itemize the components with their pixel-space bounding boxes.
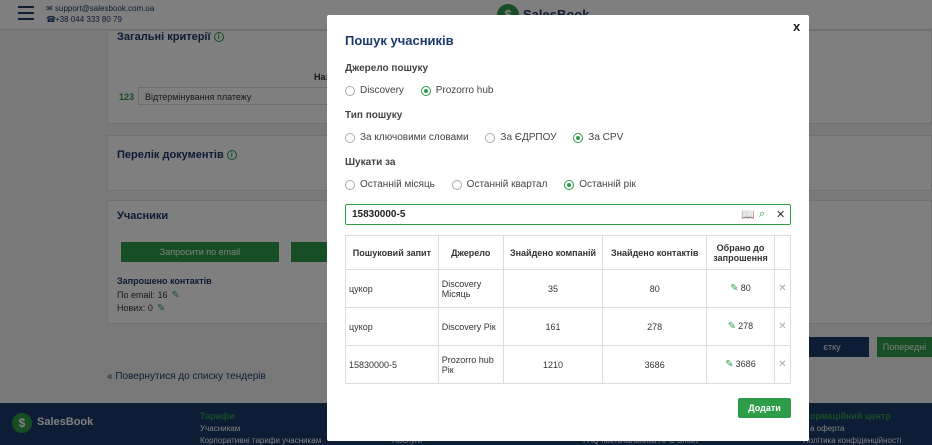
- cell-source: Discovery Місяць: [437, 269, 504, 308]
- type-option-keywords[interactable]: За ключовими словами: [345, 132, 469, 143]
- cell-contacts: 278: [602, 307, 708, 346]
- period-label: Шукати за: [345, 157, 396, 168]
- type-radio-group: За ключовими словами За ЄДРПОУ За CPV: [345, 132, 637, 146]
- table-row: 15830000-5 Prozorro hub Рік 1210 3686 ✎ 3…: [345, 345, 792, 384]
- clear-icon[interactable]: ✕: [776, 208, 785, 221]
- search-icon[interactable]: ⌕: [759, 208, 765, 221]
- cell-source: Discovery Рік: [437, 307, 504, 346]
- book-icon[interactable]: 📖: [741, 208, 755, 221]
- edit-icon[interactable]: ✎: [725, 359, 733, 370]
- cell-contacts: 80: [602, 269, 708, 308]
- header-query: Пошуковий запит: [345, 235, 439, 270]
- cell-companies: 35: [502, 269, 604, 308]
- header-companies: Знайдено компаній: [502, 235, 604, 270]
- add-button[interactable]: Додати: [738, 398, 791, 418]
- type-option-edrpou[interactable]: За ЄДРПОУ: [485, 132, 557, 143]
- results-table: Пошуковий запит Джерело Знайдено компані…: [345, 235, 792, 384]
- search-participants-modal: x Пошук учасників Джерело пошуку Discove…: [327, 15, 809, 441]
- source-radio-group: Discovery Prozorro hub: [345, 85, 508, 99]
- source-option-prozorro[interactable]: Prozorro hub: [420, 85, 494, 96]
- search-input[interactable]: 15830000-5 📖 ⌕ ✕: [345, 204, 791, 225]
- header-contacts: Знайдено контактів: [602, 235, 708, 270]
- source-label: Джерело пошуку: [345, 63, 429, 74]
- table-row: цукор Discovery Рік 161 278 ✎ 278 ✕: [345, 307, 792, 346]
- header-selected: Обрано до запрошення: [706, 235, 775, 270]
- modal-title: Пошук учасників: [345, 33, 454, 48]
- table-row: цукор Discovery Місяць 35 80 ✎ 80 ✕: [345, 269, 792, 308]
- header-source: Джерело: [437, 235, 504, 270]
- edit-icon[interactable]: ✎: [728, 321, 736, 332]
- cell-query: цукор: [345, 269, 439, 308]
- table-header-row: Пошуковий запит Джерело Знайдено компані…: [345, 235, 792, 270]
- period-option-month[interactable]: Останній місяць: [345, 179, 435, 190]
- header-actions: [773, 235, 792, 270]
- type-option-cpv[interactable]: За CPV: [573, 132, 623, 143]
- period-option-quarter[interactable]: Останній квартал: [451, 179, 547, 190]
- cell-companies: 1210: [502, 345, 604, 384]
- delete-icon[interactable]: ✕: [773, 345, 792, 384]
- delete-icon[interactable]: ✕: [773, 269, 792, 308]
- close-icon[interactable]: x: [793, 19, 800, 34]
- source-option-discovery[interactable]: Discovery: [345, 85, 404, 96]
- cell-source: Prozorro hub Рік: [437, 345, 504, 384]
- edit-icon[interactable]: ✎: [730, 283, 738, 294]
- period-option-year[interactable]: Останній рік: [564, 179, 636, 190]
- cell-query: цукор: [345, 307, 439, 346]
- cell-contacts: 3686: [602, 345, 708, 384]
- cell-companies: 161: [502, 307, 604, 346]
- type-label: Тип пошуку: [345, 110, 403, 121]
- cell-selected[interactable]: ✎ 278: [706, 307, 775, 346]
- delete-icon[interactable]: ✕: [773, 307, 792, 346]
- period-radio-group: Останній місяць Останній квартал Останні…: [345, 179, 650, 193]
- cell-selected[interactable]: ✎ 80: [706, 269, 775, 308]
- cell-selected[interactable]: ✎ 3686: [706, 345, 775, 384]
- cell-query: 15830000-5: [345, 345, 439, 384]
